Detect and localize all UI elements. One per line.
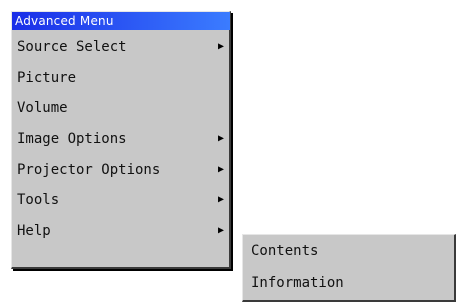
menu-item-label: Projector Options xyxy=(17,161,161,178)
menu-item-projector-options[interactable]: Projector Options ▶ xyxy=(12,155,230,186)
help-submenu: Contents Information xyxy=(242,234,456,302)
submenu-item-information[interactable]: Information xyxy=(243,267,454,299)
menu-item-picture[interactable]: Picture xyxy=(12,63,230,94)
menu-item-label: Help xyxy=(17,223,51,240)
submenu-arrow-icon: ▶ xyxy=(217,133,224,145)
menu-items: Source Select ▶ Picture Volume Image Opt… xyxy=(12,32,230,247)
menu-item-label: Volume xyxy=(17,100,68,117)
submenu-arrow-icon: ▶ xyxy=(217,41,224,52)
menu-title: Advanced Menu xyxy=(12,12,230,30)
submenu-item-contents[interactable]: Contents xyxy=(243,235,454,267)
menu-item-label: Picture xyxy=(17,69,77,86)
submenu-arrow-icon: ▶ xyxy=(217,194,224,206)
menu-item-label: Image Options xyxy=(17,131,127,148)
menu-item-tools[interactable]: Tools ▶ xyxy=(12,185,230,216)
menu-item-label: Source Select xyxy=(17,39,127,55)
menu-item-image-options[interactable]: Image Options ▶ xyxy=(12,124,230,155)
submenu-arrow-icon: ▶ xyxy=(217,163,224,175)
menu-item-volume[interactable]: Volume xyxy=(12,93,230,124)
advanced-menu: Advanced Menu Source Select ▶ Picture Vo… xyxy=(11,11,231,269)
menu-item-help[interactable]: Help ▶ xyxy=(12,216,230,247)
menu-item-label: Tools xyxy=(17,192,60,209)
submenu-arrow-icon: ▶ xyxy=(217,225,224,237)
menu-item-source-select[interactable]: Source Select ▶ xyxy=(12,32,230,63)
